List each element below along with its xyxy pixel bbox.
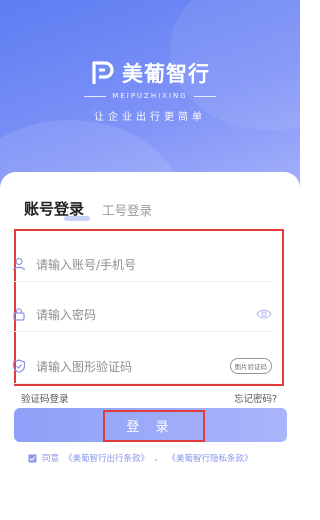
brand-logo-icon	[90, 60, 116, 86]
checkbox-icon[interactable]	[28, 454, 37, 463]
user-icon	[12, 257, 26, 271]
privacy-link[interactable]: 《美葡智行隐私条款》	[168, 452, 253, 464]
agreement-row: 同意 《美葡智行出行条款》 、 《美葡智行隐私条款》	[28, 452, 253, 464]
lock-icon	[12, 307, 26, 321]
agreement-separator: 、	[154, 454, 163, 464]
eye-icon[interactable]	[256, 307, 272, 321]
forgot-password-link[interactable]: 忘记密码?	[234, 391, 277, 405]
account-input[interactable]: 请输入账号/手机号	[36, 256, 274, 273]
password-field[interactable]: 请输入密码	[12, 296, 274, 332]
captcha-image-button[interactable]: 图片验证码	[229, 358, 272, 374]
brand-pinyin-text: MEIPUZHIXING	[112, 92, 188, 100]
shield-icon	[12, 359, 26, 373]
tab-employee-login[interactable]: 工号登录	[102, 200, 152, 219]
account-field[interactable]: 请输入账号/手机号	[12, 246, 274, 282]
terms-link[interactable]: 《美葡智行出行条款》	[64, 452, 149, 464]
agreement-prefix: 同意	[42, 454, 60, 464]
code-login-link[interactable]: 验证码登录	[21, 391, 69, 405]
brand-logo: 美葡智行 MEIPUZHIXING 让企业出行更简单	[0, 58, 300, 123]
brand-pinyin: MEIPUZHIXING	[0, 92, 300, 100]
brand-name: 美葡智行	[122, 62, 210, 86]
tab-account-login[interactable]: 账号登录	[24, 198, 91, 221]
captcha-input[interactable]: 请输入图形验证码	[36, 358, 230, 375]
login-links: 验证码登录 忘记密码?	[21, 391, 277, 405]
slogan: 让企业出行更简单	[94, 112, 206, 123]
password-input[interactable]: 请输入密码	[36, 306, 256, 323]
captcha-field[interactable]: 请输入图形验证码 图片验证码	[12, 348, 274, 384]
login-highlight-box	[103, 410, 205, 442]
login-tabs: 账号登录 工号登录	[24, 198, 152, 221]
